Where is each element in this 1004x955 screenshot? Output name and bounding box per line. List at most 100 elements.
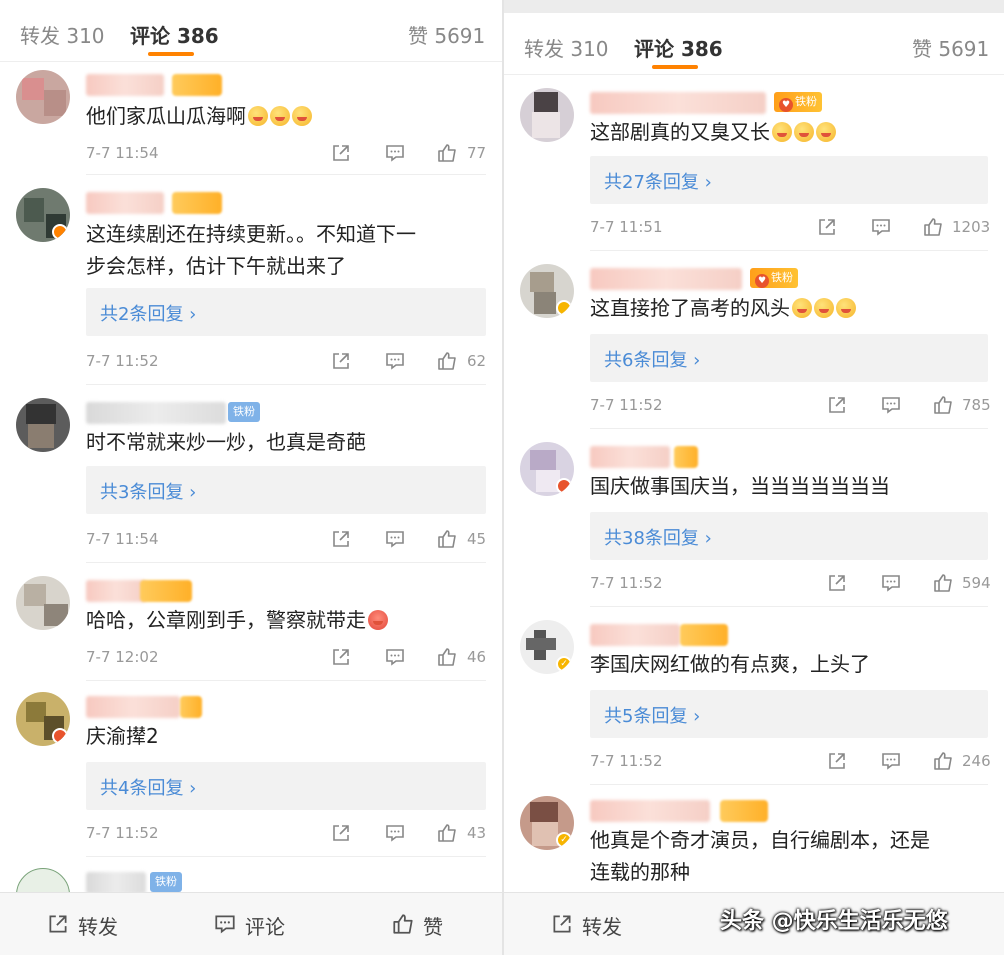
replies-link[interactable]: 共38条回复 ›	[590, 512, 988, 560]
emoji-icon	[814, 298, 834, 318]
share-icon	[49, 915, 67, 933]
username-blurred[interactable]	[86, 872, 146, 894]
avatar[interactable]	[16, 70, 70, 124]
username-blurred[interactable]	[86, 402, 226, 424]
share-icon[interactable]	[816, 216, 838, 238]
username-blurred[interactable]	[590, 624, 680, 646]
comment-text: 国庆做事国庆当，当当当当当当当	[590, 474, 890, 498]
divider	[86, 174, 486, 175]
medal-badge	[720, 800, 768, 822]
medal-badge	[140, 580, 192, 602]
bottom-repost-button[interactable]: 转发	[553, 911, 622, 940]
username-blurred[interactable]	[590, 446, 670, 468]
active-tab-indicator	[148, 52, 194, 56]
username-blurred[interactable]	[590, 800, 710, 822]
replies-link[interactable]: 共27条回复 ›	[590, 156, 988, 204]
divider	[590, 250, 988, 251]
comment-icon[interactable]	[880, 750, 902, 772]
replies-link[interactable]: 共4条回复 ›	[86, 762, 486, 810]
share-icon[interactable]	[826, 750, 848, 772]
comment-icon[interactable]	[870, 216, 892, 238]
bottom-like-button[interactable]: 赞	[393, 911, 443, 940]
comment-icon[interactable]	[384, 646, 406, 668]
comment-icon	[215, 915, 235, 934]
emoji-icon	[248, 106, 268, 126]
like-icon[interactable]	[436, 350, 458, 372]
fan-badge: 铁粉	[150, 872, 182, 892]
heart-icon: ♥	[779, 98, 793, 112]
username-blurred[interactable]	[86, 192, 164, 214]
tab-comments[interactable]: 评论 386	[634, 33, 723, 62]
comment-text: 他真是个奇才演员，自行编剧本，还是 连载的那种	[590, 828, 930, 884]
replies-link[interactable]: 共2条回复 ›	[86, 288, 486, 336]
tab-likes[interactable]: 赞 5691	[408, 20, 485, 49]
share-icon[interactable]	[330, 822, 352, 844]
replies-link[interactable]: 共5条回复 ›	[590, 690, 988, 738]
like-icon[interactable]	[436, 142, 458, 164]
replies-link[interactable]: 共6条回复 ›	[590, 334, 988, 382]
share-icon[interactable]	[826, 572, 848, 594]
emoji-icon	[772, 122, 792, 142]
like-count: 246	[962, 752, 991, 770]
share-icon[interactable]	[330, 350, 352, 372]
username-blurred[interactable]	[590, 92, 766, 114]
like-icon[interactable]	[932, 572, 954, 594]
share-icon[interactable]	[826, 394, 848, 416]
divider	[86, 562, 486, 563]
divider	[590, 784, 988, 785]
bottom-comment-button[interactable]: 评论	[215, 911, 285, 940]
comment-text: 庆渝撵2	[86, 724, 159, 748]
username-blurred[interactable]	[86, 580, 146, 602]
share-icon[interactable]	[330, 142, 352, 164]
crab-emoji-icon	[368, 610, 388, 630]
fan-badge: ♥ 铁粉	[774, 92, 822, 112]
username-blurred[interactable]	[590, 268, 742, 290]
username-blurred[interactable]	[86, 696, 180, 718]
comment-time: 7-7 11:52	[590, 396, 663, 414]
avatar[interactable]	[16, 398, 70, 452]
medal-badge	[172, 192, 222, 214]
avatar[interactable]	[16, 576, 70, 630]
like-icon[interactable]	[436, 822, 458, 844]
emoji-icon	[836, 298, 856, 318]
avatar[interactable]	[520, 442, 574, 496]
tab-repost[interactable]: 转发 310	[524, 33, 609, 62]
share-icon[interactable]	[330, 528, 352, 550]
avatar[interactable]	[16, 188, 70, 242]
comment-icon[interactable]	[880, 572, 902, 594]
comment-icon[interactable]	[384, 528, 406, 550]
tab-likes[interactable]: 赞 5691	[912, 33, 989, 62]
right-screenshot: 转发 310 评论 386 赞 5691 ♥ 铁粉 这部剧真的又臭又长 共27条回…	[502, 0, 1004, 955]
comment-text: 这连续剧还在持续更新。。不知道下一 步会怎样，估计下午就出来了	[86, 222, 416, 278]
avatar-badge	[52, 728, 68, 744]
avatar[interactable]	[520, 88, 574, 142]
comment-icon[interactable]	[384, 350, 406, 372]
divider	[590, 606, 988, 607]
comment-text: 他们家瓜山瓜海啊	[86, 100, 312, 132]
like-icon[interactable]	[932, 394, 954, 416]
like-icon[interactable]	[436, 646, 458, 668]
comment-time: 7-7 11:51	[590, 218, 663, 236]
watermark: 头条 @快乐生活乐无悠	[720, 909, 948, 934]
bottom-repost-button[interactable]: 转发	[49, 911, 118, 940]
like-icon[interactable]	[436, 528, 458, 550]
tab-bar: 转发 310 评论 386 赞 5691	[504, 13, 1004, 75]
username-blurred[interactable]	[86, 74, 164, 96]
like-icon[interactable]	[922, 216, 944, 238]
avatar[interactable]	[16, 692, 70, 746]
comment-icon[interactable]	[384, 142, 406, 164]
tab-comments[interactable]: 评论 386	[130, 20, 219, 49]
like-count: 43	[467, 824, 487, 842]
comment-icon[interactable]	[384, 822, 406, 844]
share-icon[interactable]	[330, 646, 352, 668]
medal-badge	[180, 696, 202, 718]
replies-link[interactable]: 共3条回复 ›	[86, 466, 486, 514]
avatar[interactable]: ✓	[520, 796, 574, 850]
like-count: 785	[962, 396, 991, 414]
avatar[interactable]: ✓	[520, 620, 574, 674]
like-icon[interactable]	[932, 750, 954, 772]
comment-icon[interactable]	[880, 394, 902, 416]
emoji-icon	[292, 106, 312, 126]
tab-repost[interactable]: 转发 310	[20, 20, 105, 49]
avatar[interactable]	[520, 264, 574, 318]
